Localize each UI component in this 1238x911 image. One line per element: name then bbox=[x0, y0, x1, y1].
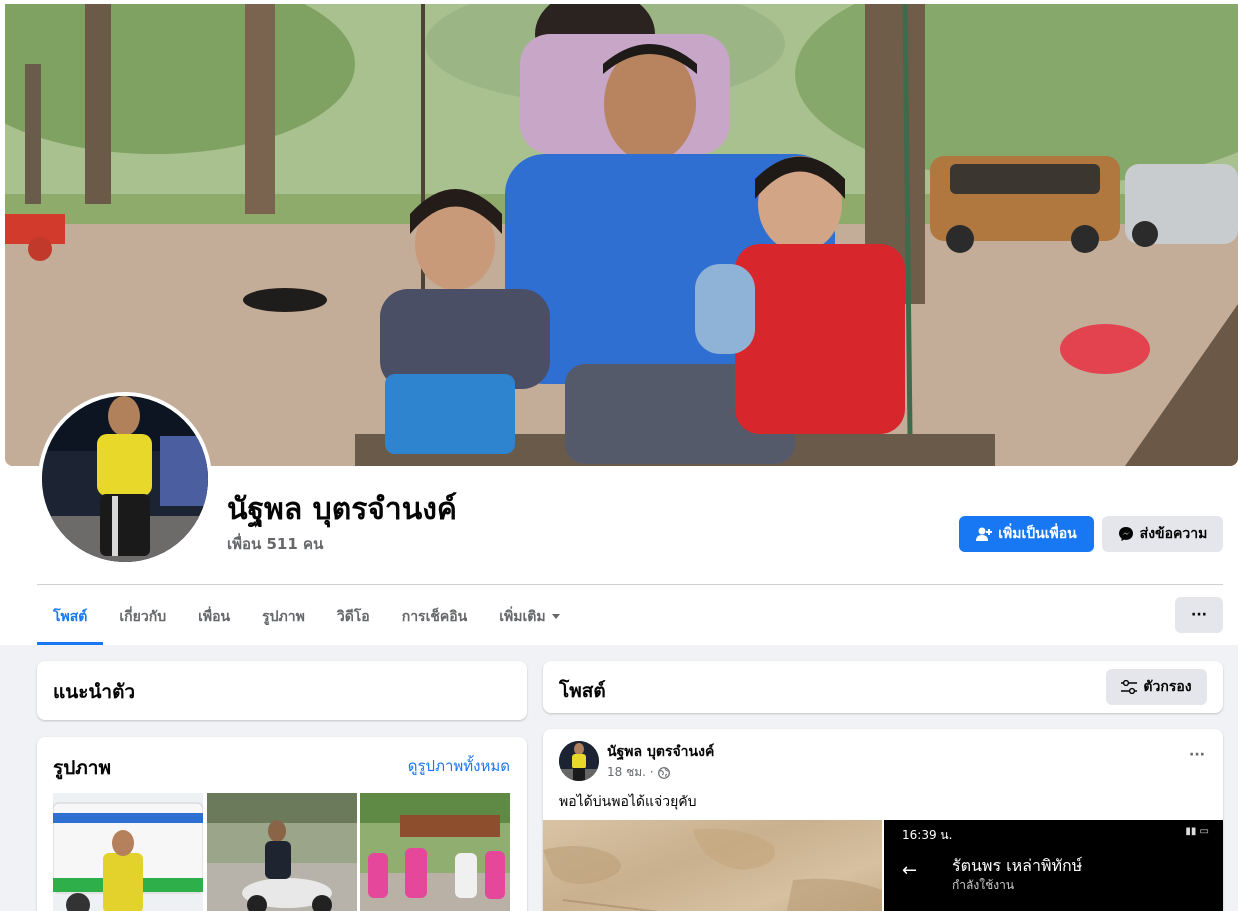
posts-title: โพสต์ bbox=[559, 680, 606, 702]
post-avatar-image bbox=[559, 741, 599, 781]
messenger-icon bbox=[1118, 527, 1133, 541]
profile-more-button[interactable]: ··· bbox=[1175, 597, 1223, 633]
intro-title: แนะนำตัว bbox=[53, 681, 136, 703]
send-message-label: ส่งข้อความ bbox=[1139, 526, 1208, 542]
profile-avatar[interactable] bbox=[38, 392, 212, 566]
tab-label: วิดีโอ bbox=[336, 608, 370, 625]
profile-header: นัฐพล บุตรจำนงค์ เพื่อน 511 คน เพิ่มเป็น… bbox=[0, 0, 1238, 645]
back-arrow-icon: ← bbox=[902, 860, 918, 881]
photo-thumbnail-image bbox=[360, 793, 510, 911]
see-all-photos-link[interactable]: ดูรูปภาพทั้งหมด bbox=[408, 754, 510, 778]
tab-label: เกี่ยวกับ bbox=[119, 608, 167, 625]
tab-photos[interactable]: รูปภาพ bbox=[246, 588, 321, 645]
post-options-button[interactable]: ··· bbox=[1189, 747, 1205, 763]
post-author-name[interactable]: นัฐพล บุตรจำนงค์ bbox=[607, 741, 714, 763]
phone-status-time: 16:39 น. bbox=[902, 828, 953, 842]
post-author-avatar[interactable] bbox=[559, 741, 599, 781]
photo-thumbnail[interactable] bbox=[360, 793, 510, 911]
tab-label: เพื่อน bbox=[198, 608, 231, 625]
tab-checkins[interactable]: การเช็คอิน bbox=[386, 588, 484, 645]
chevron-down-icon bbox=[551, 614, 560, 619]
photos-title: รูปภาพ bbox=[53, 757, 111, 779]
tab-label: เพิ่มเติม bbox=[499, 608, 546, 625]
tab-label: รูปภาพ bbox=[262, 608, 305, 625]
photo-thumbnail[interactable] bbox=[207, 793, 357, 911]
tab-about[interactable]: เกี่ยวกับ bbox=[103, 588, 182, 645]
add-friend-icon bbox=[976, 527, 993, 541]
post-image[interactable] bbox=[543, 820, 882, 911]
tab-label: การเช็คอิน bbox=[401, 608, 468, 625]
header-divider bbox=[37, 584, 1223, 585]
avatar-illustration bbox=[42, 396, 208, 562]
filter-label: ตัวกรอง bbox=[1143, 679, 1192, 695]
photo-thumbnail[interactable] bbox=[53, 793, 203, 911]
tab-posts[interactable]: โพสต์ bbox=[37, 588, 104, 645]
add-friend-button[interactable]: เพิ่มเป็นเพื่อน bbox=[959, 516, 1094, 552]
photos-card: รูปภาพ ดูรูปภาพทั้งหมด bbox=[37, 737, 527, 911]
profile-name: นัฐพล บุตรจำนงค์ bbox=[227, 492, 457, 527]
post-image-screenshot[interactable]: 16:39 น. ▮▮ ▭ ← รัตนพร เหล่าพิทักษ์ กำลั… bbox=[884, 820, 1223, 911]
send-message-button[interactable]: ส่งข้อความ bbox=[1102, 516, 1223, 552]
posts-header-card: โพสต์ ตัวกรอง bbox=[543, 661, 1223, 713]
chat-contact-status: กำลังใช้งาน bbox=[952, 878, 1015, 892]
filter-icon bbox=[1121, 680, 1138, 694]
tab-videos[interactable]: วิดีโอ bbox=[321, 588, 386, 645]
post-image-texture bbox=[543, 829, 882, 911]
add-friend-label: เพิ่มเป็นเพื่อน bbox=[998, 526, 1077, 542]
intro-card: แนะนำตัว bbox=[37, 661, 527, 720]
globe-icon bbox=[657, 766, 670, 779]
post-card: นัฐพล บุตรจำนงค์ 18 ชม. · ··· พอได้บ่นพอ… bbox=[543, 729, 1223, 911]
photo-thumbnail-image bbox=[53, 793, 203, 911]
tab-more[interactable]: เพิ่มเติม bbox=[483, 588, 575, 645]
post-time[interactable]: 18 ชม. · bbox=[607, 763, 654, 782]
tab-friends[interactable]: เพื่อน bbox=[182, 588, 246, 645]
tab-label: โพสต์ bbox=[53, 608, 88, 625]
post-meta: 18 ชม. · bbox=[607, 763, 670, 782]
phone-status-icons: ▮▮ ▭ bbox=[1185, 826, 1209, 837]
cover-photo-illustration bbox=[5, 4, 1238, 466]
friends-count[interactable]: เพื่อน 511 คน bbox=[227, 532, 323, 556]
filter-button[interactable]: ตัวกรอง bbox=[1106, 669, 1207, 705]
profile-tabs: โพสต์ เกี่ยวกับ เพื่อน รูปภาพ วิดีโอ การ… bbox=[37, 588, 576, 645]
photo-thumbnail-image bbox=[207, 793, 357, 911]
cover-photo[interactable] bbox=[5, 4, 1238, 466]
post-text: พอได้บ่นพอได้แจ่วยุคับ bbox=[559, 794, 697, 810]
